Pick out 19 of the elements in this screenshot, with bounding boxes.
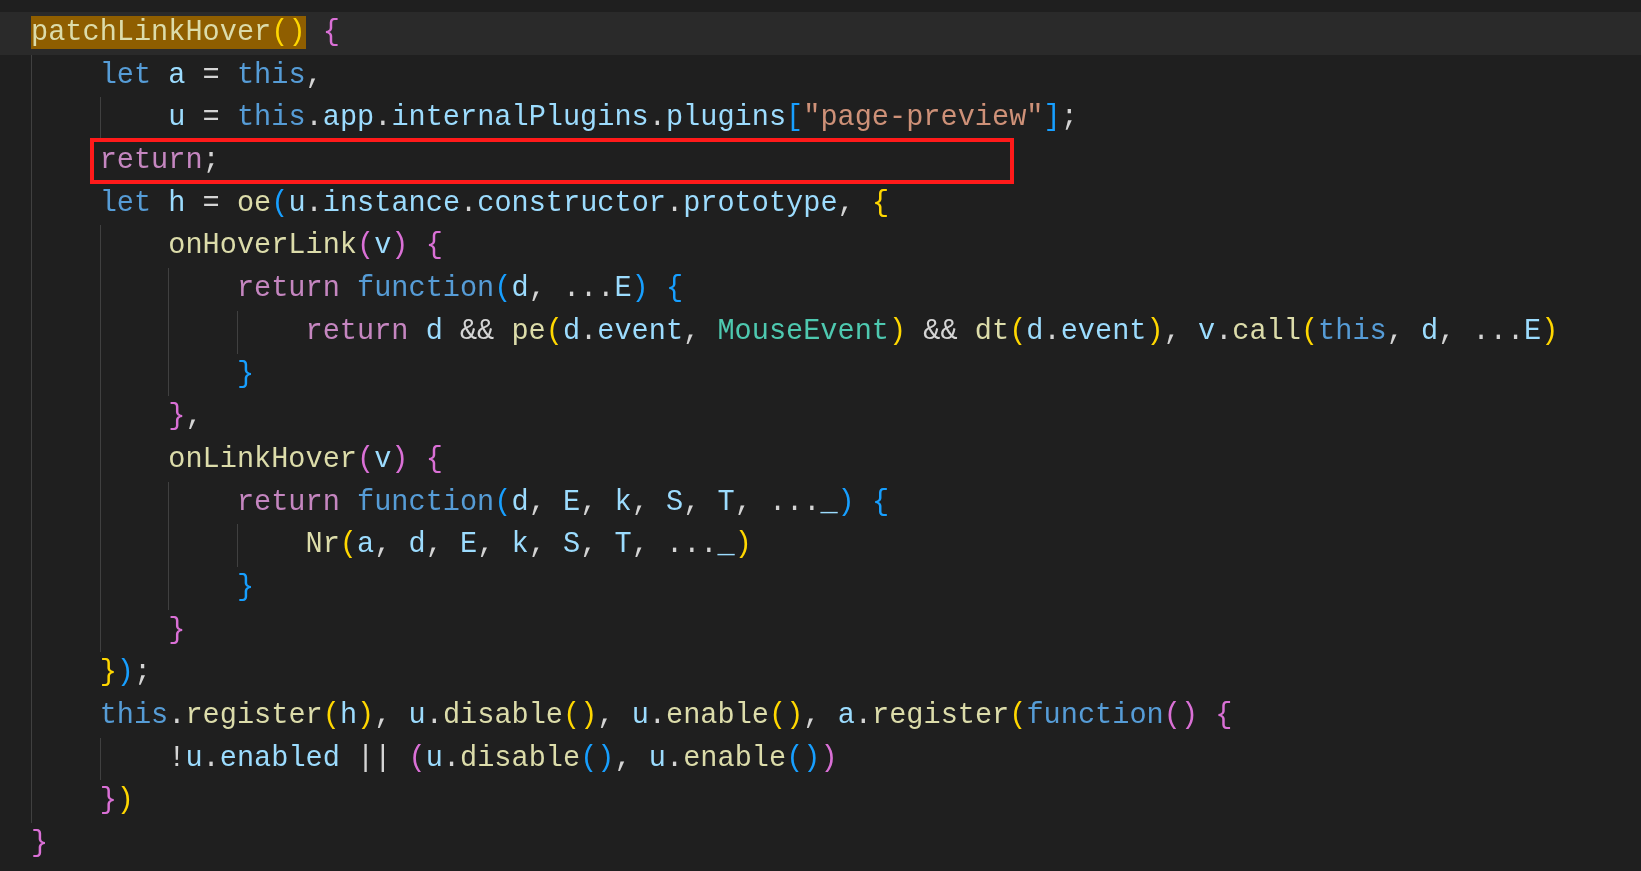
code-line: this.register(h), u.disable(), u.enable(), a.register(function() { [99,698,1233,734]
code-line: onHoverLink(v) { [168,228,443,265]
code-line: } [168,612,186,649]
code-line: return function(d, E, k, S, T, ..._) { [236,484,890,521]
code-line: } [31,826,49,863]
code-line: }, [168,399,203,436]
code-line: let a = this, [99,57,323,94]
code-line: u = this.app.internalPlugins.plugins["page-preview"]; [168,100,1078,137]
code-line: }); [99,655,152,692]
code-line: onLinkHover(v) { [168,441,443,478]
code-line: !u.enabled || (u.disable(), u.enable()) [168,740,838,777]
code-line: Nr(a, d, E, k, S, T, ..._) [305,527,752,564]
code-line: } [236,356,255,393]
code-line: return function(d, ...E) { [236,271,684,308]
code-line: patchLinkHover() { [31,15,340,51]
code-line: return d && pe(d.event, MouseEvent) && dt(d.event), v.call(this, d, ...E) [305,313,1559,350]
code-line: }) [99,783,134,820]
code-line: let h = oe(u.instance.constructor.prototype, { [99,185,890,222]
code-line: } [236,569,255,606]
